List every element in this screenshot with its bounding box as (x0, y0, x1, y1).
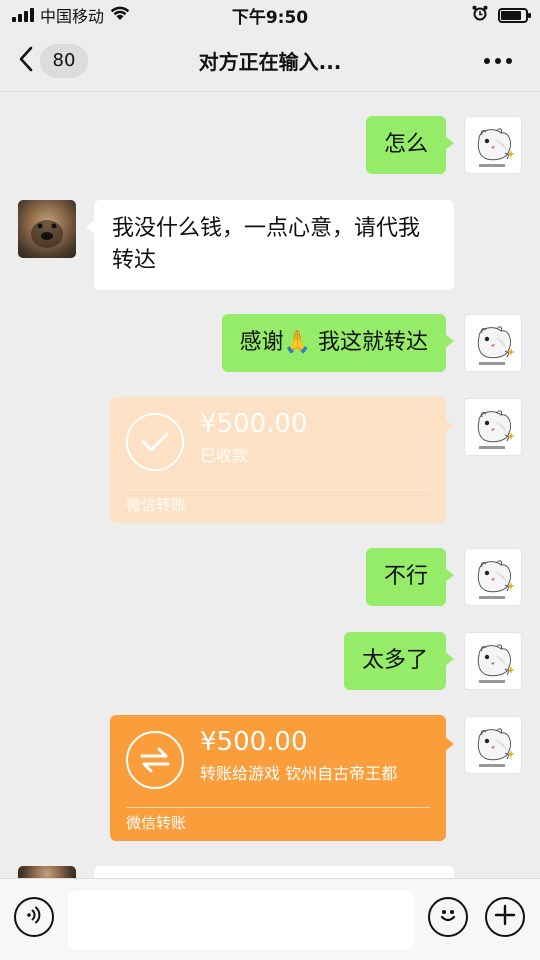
transfer-status: 已收款 (200, 446, 249, 465)
dot-icon (495, 58, 501, 64)
message-bubble[interactable]: 太多了 (343, 632, 455, 690)
chat-header: 80 对方正在输入... (0, 30, 540, 92)
message-text: 我没什么钱，一点心意，请代我转达 (112, 216, 421, 273)
alarm-icon (472, 5, 488, 25)
dot-icon (484, 58, 490, 64)
message-bubble[interactable]: 怎么 (365, 116, 455, 174)
status-bar: 中国移动 下午9:50 (0, 0, 540, 30)
message-bubble[interactable]: 感谢🙏 我这就转达 (221, 314, 455, 372)
self-avatar[interactable] (464, 116, 522, 174)
wifi-icon (110, 6, 130, 25)
self-avatar[interactable] (464, 632, 522, 690)
message-text: 太多了 (361, 648, 428, 673)
self-avatar[interactable] (464, 398, 522, 456)
message-bubble[interactable]: 不行 (365, 548, 455, 606)
voice-button[interactable] (14, 897, 54, 937)
message-input[interactable] (68, 891, 414, 949)
dog-avatar-image (31, 220, 63, 248)
divider (126, 489, 430, 490)
message-text: 感谢 (239, 330, 284, 355)
hamster-avatar-image (465, 117, 522, 174)
unread-count-badge: 80 (40, 43, 88, 78)
transfer-footer: 微信转账 (126, 814, 187, 832)
hamster-avatar-image (465, 315, 522, 372)
voice-icon (24, 905, 44, 929)
transfer-card-pending[interactable]: ¥500.00 转账给游戏 钦州自古帝王都 微信转账 (110, 715, 454, 841)
smiley-icon (436, 903, 460, 931)
carrier-label: 中国移动 (40, 7, 105, 26)
check-icon (126, 413, 184, 471)
self-avatar[interactable] (464, 716, 522, 774)
transfer-footer: 微信转账 (126, 496, 187, 514)
transfer-amount: ¥500.00 (200, 409, 308, 439)
dot-icon (506, 58, 512, 64)
signal-icon (12, 8, 34, 22)
plus-icon (494, 904, 516, 930)
back-button[interactable]: 80 (18, 41, 88, 81)
clock: 下午9:50 (231, 7, 309, 28)
hamster-avatar-image (465, 717, 522, 774)
hamster-avatar-image (465, 399, 522, 456)
chevron-left-icon (18, 46, 34, 76)
divider (126, 807, 430, 808)
message-bubble[interactable]: 我没什么钱，一点心意，请代我转达 (86, 200, 454, 290)
message-text: 不行 (383, 564, 428, 589)
emoji-button[interactable] (428, 897, 468, 937)
hamster-avatar-image (465, 633, 522, 690)
hamster-avatar-image (465, 549, 522, 606)
transfer-amount: ¥500.00 (200, 727, 308, 757)
input-bar (0, 878, 540, 960)
folded-hands-emoji: 🙏 (283, 330, 311, 355)
more-functions-button[interactable] (485, 897, 525, 937)
message-text: 怎么 (383, 132, 428, 157)
self-avatar[interactable] (464, 314, 522, 372)
contact-avatar[interactable] (18, 200, 76, 258)
transfer-arrows-icon (126, 731, 184, 789)
transfer-card-received[interactable]: ¥500.00 已收款 微信转账 (110, 397, 454, 523)
transfer-note: 转账给游戏 钦州自古帝王都 (200, 764, 398, 783)
message-text: 我这就转达 (311, 330, 428, 355)
self-avatar[interactable] (464, 548, 522, 606)
more-options-button[interactable] (480, 46, 516, 76)
battery-icon (497, 7, 531, 23)
